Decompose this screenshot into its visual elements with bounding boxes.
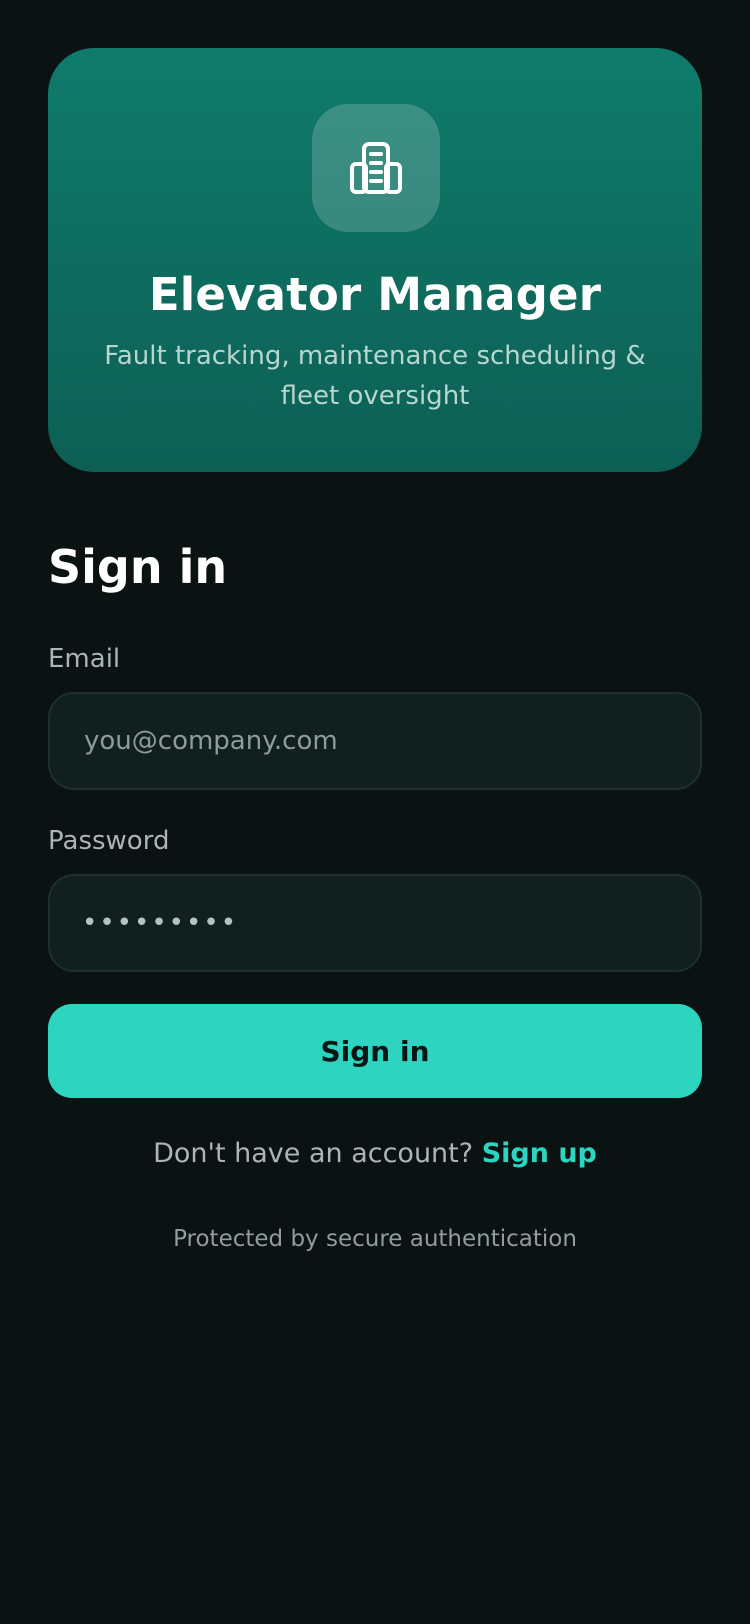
signup-prompt: Don't have an account? [153,1138,474,1169]
signup-row: Don't have an account? Sign up [0,1138,750,1169]
email-input[interactable] [82,725,668,757]
sign-in-button[interactable]: Sign in [48,1004,702,1098]
email-label: Email [48,644,121,674]
app-title: Elevator Manager [148,268,602,321]
password-field-container: ••••••••• [48,874,702,972]
password-label: Password [48,826,170,856]
app-subtitle: Fault tracking, maintenance scheduling &… [104,341,646,411]
app-logo [312,104,440,232]
sign-up-link[interactable]: Sign up [482,1138,597,1169]
hero-card: Elevator Manager Fault tracking, mainten… [48,48,702,472]
page-title: Sign in [48,540,228,594]
password-input[interactable]: ••••••••• [82,908,238,938]
login-screen: Elevator Manager Fault tracking, mainten… [0,0,750,1624]
email-field-container [48,692,702,790]
building-icon [350,142,402,194]
security-note: Protected by secure authentication [173,1226,577,1252]
